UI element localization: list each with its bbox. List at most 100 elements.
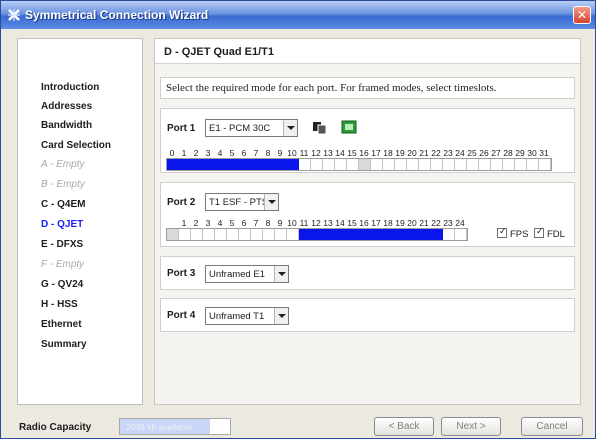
timeslot-cell[interactable] <box>395 159 407 170</box>
timeslot-cell[interactable] <box>179 229 191 240</box>
chevron-down-icon <box>264 194 278 210</box>
timeslot-label: 27 <box>491 148 501 158</box>
sidebar-item-h-hss[interactable]: H - HSS <box>41 299 78 310</box>
timeslot-label: 24 <box>455 148 465 158</box>
timeslot-label: 3 <box>205 218 211 228</box>
timeslot-cell[interactable] <box>311 159 323 170</box>
timeslot-cell[interactable] <box>479 159 491 170</box>
timeslot-cell-selected[interactable] <box>287 159 299 170</box>
timeslot-label: 4 <box>217 148 223 158</box>
timeslot-cell[interactable] <box>335 159 347 170</box>
sidebar-item-g-qv24[interactable]: G - QV24 <box>41 279 83 290</box>
timeslot-cell-selected[interactable] <box>203 159 215 170</box>
timeslot-cell[interactable] <box>443 229 455 240</box>
port-2-timeslot-grid[interactable] <box>166 228 468 241</box>
next-button[interactable]: Next > <box>441 417 501 436</box>
timeslot-cell-selected[interactable] <box>371 229 383 240</box>
sidebar-item-bandwidth[interactable]: Bandwidth <box>41 120 92 131</box>
timeslot-cell-selected[interactable] <box>407 229 419 240</box>
timeslot-cell[interactable] <box>491 159 503 170</box>
timeslot-cell-selected[interactable] <box>299 229 311 240</box>
chevron-down-icon <box>274 266 288 282</box>
port-1-panel: Port 1 E1 - PCM 30C 0 1 2 3 4 5 6 7 8 9 10 11 12 13 14… <box>160 108 575 173</box>
timeslot-cell-selected[interactable] <box>311 229 323 240</box>
fps-checkbox[interactable]: FPS <box>497 226 528 240</box>
timeslot-cell[interactable] <box>359 159 371 170</box>
timeslot-cell[interactable] <box>539 159 551 170</box>
port-2-mode-select[interactable]: T1 ESF - PTS <box>205 193 279 211</box>
timeslot-cell[interactable] <box>215 229 227 240</box>
timeslot-cell-selected[interactable] <box>179 159 191 170</box>
timeslot-cell-selected[interactable] <box>227 159 239 170</box>
timeslot-cell[interactable] <box>407 159 419 170</box>
back-button[interactable]: < Back <box>374 417 434 436</box>
timeslot-cell[interactable] <box>431 159 443 170</box>
timeslot-cell[interactable] <box>347 159 359 170</box>
wizard-steps-sidebar: Introduction Addresses Bandwidth Card Se… <box>17 38 143 405</box>
timeslot-cell[interactable] <box>191 229 203 240</box>
timeslot-cell[interactable] <box>383 159 395 170</box>
paste-timeslots-icon[interactable] <box>341 120 359 136</box>
cancel-button[interactable]: Cancel <box>521 417 583 436</box>
timeslot-label: 6 <box>241 148 247 158</box>
timeslot-label: 21 <box>419 148 429 158</box>
sidebar-item-d-qjet[interactable]: D - QJET <box>41 219 83 230</box>
timeslot-cell-selected[interactable] <box>347 229 359 240</box>
timeslot-cell[interactable] <box>227 229 239 240</box>
timeslot-cell-selected[interactable] <box>275 159 287 170</box>
timeslot-cell[interactable] <box>419 159 431 170</box>
sidebar-item-summary[interactable]: Summary <box>41 339 87 350</box>
timeslot-cell[interactable] <box>503 159 515 170</box>
timeslot-cell-selected[interactable] <box>359 229 371 240</box>
port-1-mode-select[interactable]: E1 - PCM 30C <box>205 119 298 137</box>
timeslot-label: 2 <box>193 218 199 228</box>
timeslot-cell-selected[interactable] <box>263 159 275 170</box>
timeslot-label: 21 <box>419 218 429 228</box>
timeslot-cell-selected[interactable] <box>215 159 227 170</box>
timeslot-cell[interactable] <box>527 159 539 170</box>
sidebar-item-ethernet[interactable]: Ethernet <box>41 319 82 330</box>
timeslot-cell-selected[interactable] <box>383 229 395 240</box>
timeslot-cell[interactable] <box>275 229 287 240</box>
timeslot-cell-selected[interactable] <box>431 229 443 240</box>
port-2-mode-value: T1 ESF - PTS <box>209 197 269 208</box>
sidebar-item-addresses[interactable]: Addresses <box>41 101 92 112</box>
copy-timeslots-icon[interactable] <box>311 120 329 136</box>
timeslot-cell[interactable] <box>299 159 311 170</box>
timeslot-cell-selected[interactable] <box>395 229 407 240</box>
sidebar-item-e-dfxs[interactable]: E - DFXS <box>41 239 83 250</box>
timeslot-label: 5 <box>229 218 235 228</box>
sidebar-item-c-q4em[interactable]: C - Q4EM <box>41 199 85 210</box>
port-3-mode-select[interactable]: Unframed E1 <box>205 265 289 283</box>
timeslot-cell[interactable] <box>263 229 275 240</box>
timeslot-cell-selected[interactable] <box>251 159 263 170</box>
timeslot-cell[interactable] <box>467 159 479 170</box>
close-icon: ✕ <box>576 8 588 22</box>
port-1-timeslot-grid[interactable] <box>166 158 552 171</box>
fdl-checkbox[interactable]: FDL <box>534 226 565 240</box>
timeslot-cell[interactable] <box>323 159 335 170</box>
timeslot-cell[interactable] <box>203 229 215 240</box>
sidebar-item-introduction[interactable]: Introduction <box>41 82 99 93</box>
timeslot-cell[interactable] <box>287 229 299 240</box>
port-3-mode-value: Unframed E1 <box>209 269 265 280</box>
timeslot-cell[interactable] <box>455 159 467 170</box>
port-4-mode-select[interactable]: Unframed T1 <box>205 307 289 325</box>
sidebar-item-card-selection[interactable]: Card Selection <box>41 140 111 151</box>
port-4-label: Port 4 <box>167 310 196 321</box>
timeslot-cell[interactable] <box>251 229 263 240</box>
close-button[interactable]: ✕ <box>573 6 591 24</box>
timeslot-cell[interactable] <box>371 159 383 170</box>
timeslot-cell-selected[interactable] <box>335 229 347 240</box>
timeslot-cell-selected[interactable] <box>323 229 335 240</box>
timeslot-cell[interactable] <box>455 229 467 240</box>
timeslot-label: 11 <box>299 218 309 228</box>
timeslot-cell-selected[interactable] <box>419 229 431 240</box>
timeslot-cell[interactable] <box>443 159 455 170</box>
timeslot-cell-selected[interactable] <box>191 159 203 170</box>
timeslot-cell-selected[interactable] <box>167 159 179 170</box>
timeslot-cell[interactable] <box>239 229 251 240</box>
timeslot-cell[interactable] <box>515 159 527 170</box>
timeslot-cell-selected[interactable] <box>239 159 251 170</box>
timeslot-label: 13 <box>323 218 333 228</box>
